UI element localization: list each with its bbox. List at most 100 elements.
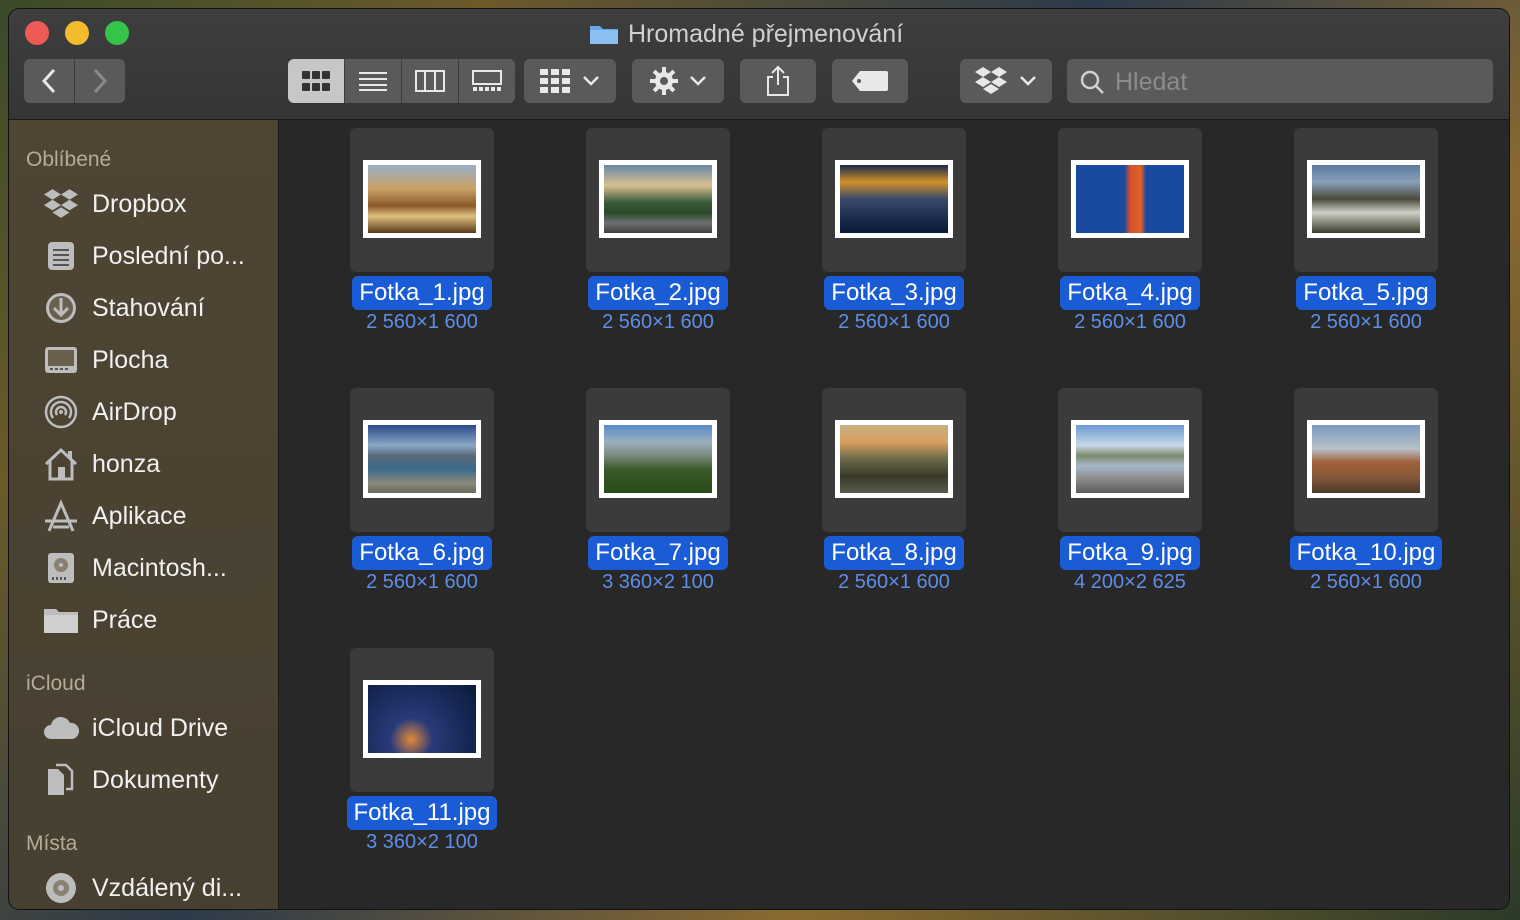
file-name: Fotka_2.jpg	[588, 276, 728, 310]
list-icon	[359, 72, 387, 91]
photo-thumbnail-road	[599, 160, 717, 238]
sidebar-item-recents[interactable]: Poslední po...	[9, 234, 278, 278]
sidebar-item-icloud-drive[interactable]: iCloud Drive	[9, 706, 278, 750]
folder-icon	[43, 605, 79, 635]
sidebar-item-airdrop[interactable]: AirDrop	[9, 390, 278, 434]
group-grid-icon	[540, 69, 570, 93]
sidebar-item-label: Dropbox	[92, 189, 187, 218]
file-item[interactable]: Fotka_9.jpg 4 200×2 625	[1030, 388, 1230, 618]
file-item[interactable]: Fotka_6.jpg 2 560×1 600	[322, 388, 522, 618]
sidebar-item-label: AirDrop	[92, 397, 177, 426]
file-name: Fotka_4.jpg	[1060, 276, 1200, 310]
thumbnail	[1294, 128, 1438, 272]
photo-thumbnail-lake	[363, 420, 481, 498]
dropbox-icon	[975, 67, 1007, 94]
documents-icon	[43, 763, 79, 795]
gear-icon	[650, 67, 678, 95]
file-item[interactable]: Fotka_7.jpg 3 360×2 100	[558, 388, 758, 618]
view-mode-switcher	[288, 59, 515, 103]
sidebar-item-home[interactable]: honza	[9, 442, 278, 486]
sidebar-item-label: Poslední po...	[92, 241, 245, 270]
forward-button[interactable]	[75, 59, 125, 103]
chevron-right-icon	[93, 68, 108, 94]
thumbnail	[1058, 128, 1202, 272]
list-view-button[interactable]	[345, 59, 402, 103]
thumbnail	[1294, 388, 1438, 532]
applications-icon	[43, 499, 79, 532]
dropbox-button[interactable]	[960, 59, 1052, 103]
home-icon	[43, 447, 79, 481]
sidebar-heading-favorites: Oblíbené	[26, 148, 112, 171]
file-item[interactable]: Fotka_8.jpg 2 560×1 600	[794, 388, 994, 618]
sidebar-item-desktop[interactable]: Plocha	[9, 338, 278, 382]
sidebar-heading-locations: Místa	[26, 832, 78, 855]
gallery-view-button[interactable]	[459, 59, 515, 103]
file-dimensions: 2 560×1 600	[1074, 311, 1186, 333]
search-input[interactable]	[1113, 59, 1487, 105]
sidebar-item-label: iCloud Drive	[92, 713, 229, 742]
download-icon	[43, 293, 79, 323]
file-dimensions: 2 560×1 600	[838, 571, 950, 593]
file-item[interactable]: Fotka_11.jpg 3 360×2 100	[322, 648, 522, 878]
file-item[interactable]: Fotka_2.jpg 2 560×1 600	[558, 128, 758, 358]
file-name: Fotka_7.jpg	[588, 536, 728, 570]
sidebar-item-applications[interactable]: Aplikace	[9, 494, 278, 538]
sidebar-item-remote-disc[interactable]: Vzdálený di...	[9, 866, 278, 909]
gallery-icon	[472, 70, 502, 91]
thumbnail	[350, 648, 494, 792]
file-dimensions: 2 560×1 600	[366, 311, 478, 333]
thumbnail	[350, 388, 494, 532]
search-icon	[1080, 70, 1104, 94]
file-item[interactable]: Fotka_3.jpg 2 560×1 600	[794, 128, 994, 358]
file-dimensions: 2 560×1 600	[1310, 311, 1422, 333]
sidebar-item-dropbox[interactable]: Dropbox	[9, 182, 278, 226]
file-item[interactable]: Fotka_5.jpg 2 560×1 600	[1266, 128, 1466, 358]
back-button[interactable]	[24, 59, 75, 103]
share-button[interactable]	[740, 59, 816, 103]
zoom-button[interactable]	[105, 21, 129, 45]
photo-thumbnail-bridge	[1071, 160, 1189, 238]
file-dimensions: 2 560×1 600	[1310, 571, 1422, 593]
window-title-text: Hromadné přejmenování	[628, 19, 904, 48]
sidebar-item-label: Plocha	[92, 345, 169, 374]
minimize-button[interactable]	[65, 21, 89, 45]
search-field[interactable]	[1067, 59, 1493, 105]
sidebar-item-downloads[interactable]: Stahování	[9, 286, 278, 330]
recents-icon	[43, 241, 79, 271]
sidebar-item-macintosh[interactable]: Macintosh...	[9, 546, 278, 590]
chevron-left-icon	[41, 68, 56, 94]
file-item[interactable]: Fotka_1.jpg 2 560×1 600	[322, 128, 522, 358]
icon-view-button[interactable]	[288, 59, 345, 103]
thumbnail	[350, 128, 494, 272]
finder-window: Hromadné přejmenování Hledat Oblíbené Dr…	[9, 9, 1509, 909]
photo-thumbnail-reflection	[1071, 420, 1189, 498]
photo-thumbnail-clouds	[835, 160, 953, 238]
file-name: Fotka_5.jpg	[1296, 276, 1436, 310]
file-name: Fotka_3.jpg	[824, 276, 964, 310]
action-menu-button[interactable]	[632, 59, 724, 103]
file-item[interactable]: Fotka_10.jpg 2 560×1 600	[1266, 388, 1466, 618]
thumbnail	[1058, 388, 1202, 532]
folder-icon	[589, 23, 619, 45]
file-dimensions: 4 200×2 625	[1074, 571, 1186, 593]
sidebar-item-documents[interactable]: Dokumenty	[9, 758, 278, 802]
thumbnail	[822, 388, 966, 532]
chevron-down-icon	[583, 76, 599, 86]
group-by-button[interactable]	[524, 59, 616, 103]
sidebar-item-prace[interactable]: Práce	[9, 598, 278, 642]
photo-thumbnail-desert-road	[1307, 420, 1425, 498]
file-dimensions: 3 360×2 100	[366, 831, 478, 853]
tags-button[interactable]	[832, 59, 908, 103]
dropbox-icon	[43, 189, 79, 219]
close-button[interactable]	[25, 21, 49, 45]
file-dimensions: 2 560×1 600	[838, 311, 950, 333]
column-view-button[interactable]	[402, 59, 459, 103]
photo-thumbnail-city-night	[363, 680, 481, 758]
file-name: Fotka_10.jpg	[1289, 536, 1443, 570]
thumbnail	[586, 388, 730, 532]
sidebar-item-label: Dokumenty	[92, 765, 219, 794]
photo-thumbnail-canyon	[363, 160, 481, 238]
window-title: Hromadné přejmenování	[589, 19, 903, 49]
sidebar-item-label: Stahování	[92, 293, 205, 322]
file-item[interactable]: Fotka_4.jpg 2 560×1 600	[1030, 128, 1230, 358]
